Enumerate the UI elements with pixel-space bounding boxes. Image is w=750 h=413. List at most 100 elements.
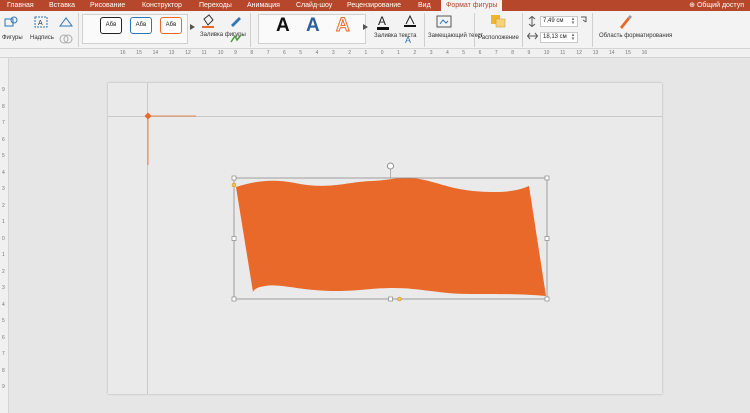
ruler-h-tick: 16 <box>641 50 648 56</box>
ruler-v-tick: 1 <box>2 252 5 258</box>
ruler-h-tick: 14 <box>152 50 159 56</box>
separator <box>78 13 79 47</box>
ruler-v-tick: 5 <box>2 318 5 324</box>
pen-icon[interactable] <box>229 15 243 27</box>
ruler-v-tick: 5 <box>2 153 5 159</box>
ruler-h-tick: 5 <box>462 50 466 56</box>
ruler-h-tick: 6 <box>283 50 286 56</box>
ruler-v-tick: 7 <box>2 120 5 126</box>
text-color-icon: A <box>377 14 389 30</box>
ruler-h-tick: 15 <box>136 50 142 56</box>
shape-height-icon <box>528 16 536 27</box>
ribbon: Фигуры A Надпись Абв Абв Абв Заливка фиг… <box>0 11 750 49</box>
ruler-v-tick: 4 <box>2 169 5 176</box>
resize-handle-se[interactable] <box>544 296 550 302</box>
share-label: Общий доступ <box>696 2 744 9</box>
ruler-v-tick: 8 <box>2 367 5 374</box>
adjust-handle-wave[interactable] <box>231 182 237 188</box>
tab-draw[interactable]: Рисование <box>90 0 125 11</box>
ruler-h-tick: 7 <box>494 50 498 56</box>
separator <box>522 13 523 47</box>
wordart-blue[interactable]: A <box>306 15 320 37</box>
wave-shape[interactable] <box>236 177 546 296</box>
textbox-icon: A <box>34 16 48 28</box>
ruler-h-tick: 13 <box>592 50 599 56</box>
wordart-orange-outline[interactable]: A <box>336 15 351 37</box>
resize-handle-s[interactable] <box>388 296 393 302</box>
shape-style-blue[interactable]: Абв <box>130 17 152 34</box>
ruler-h-tick: 15 <box>625 50 631 56</box>
wordart-black[interactable]: A <box>276 15 290 37</box>
ruler-h-tick: 13 <box>168 50 175 56</box>
height-spinner-icon[interactable]: ▴ ▾ <box>570 17 576 26</box>
resize-handle-e[interactable] <box>544 236 550 241</box>
tab-design[interactable]: Конструктор <box>142 0 182 11</box>
ruler-h-tick: 8 <box>250 50 254 56</box>
shape-width-icon <box>527 32 538 40</box>
ruler-h-tick: 3 <box>331 50 335 56</box>
svg-text:A: A <box>378 14 386 28</box>
ruler-v-tick: 3 <box>2 186 5 192</box>
ruler-h-tick: 11 <box>560 50 566 56</box>
paint-bucket-icon <box>202 14 214 28</box>
vertical-ruler: 9 8 7 6 5 4 3 2 1 0 1 2 3 4 5 6 7 8 9 <box>0 58 9 413</box>
shape-style-dark[interactable]: Абв <box>100 17 122 34</box>
ruler-h-tick: 8 <box>511 50 514 56</box>
tab-review[interactable]: Рецензирование <box>347 0 401 11</box>
ruler-v-tick: 6 <box>2 136 5 143</box>
ruler-h-tick: 7 <box>266 50 270 56</box>
ruler-v-tick: 9 <box>2 87 5 93</box>
shapes-label: Фигуры <box>2 35 23 41</box>
ruler-h-tick: 2 <box>413 50 417 56</box>
adjust-handle-shift[interactable] <box>397 296 402 302</box>
rotate-handle-icon[interactable] <box>387 162 394 170</box>
ruler-h-tick: 4 <box>446 50 449 56</box>
share-button[interactable]: ⊕ Общий доступ <box>689 0 744 11</box>
ruler-v-tick: 0 <box>2 235 5 242</box>
ruler-v-tick: 3 <box>2 285 5 291</box>
resize-handle-w[interactable] <box>231 236 237 241</box>
ruler-h-tick: 2 <box>348 50 351 56</box>
ruler-h-tick: 1 <box>397 50 400 56</box>
effects-icon[interactable] <box>229 33 243 45</box>
svg-text:A: A <box>38 20 43 27</box>
tab-home[interactable]: Главная <box>7 0 34 11</box>
text-effects-icon[interactable]: A <box>403 33 417 45</box>
ruler-v-tick: 9 <box>2 384 5 390</box>
merge-shapes-icon[interactable] <box>58 33 74 45</box>
tab-animations[interactable]: Анимация <box>247 0 280 11</box>
text-outline-icon[interactable] <box>403 15 417 27</box>
alt-text-label: Замещающий текст <box>428 33 483 39</box>
ruler-h-tick: 9 <box>234 50 237 56</box>
size-dialog-launcher-icon[interactable] <box>580 16 587 23</box>
width-spinner-icon[interactable]: ▴ ▾ <box>570 33 576 42</box>
ruler-h-tick: 3 <box>429 50 433 56</box>
wordart-more-icon[interactable] <box>363 24 368 30</box>
shape-style-orange[interactable]: Абв <box>160 17 182 34</box>
tab-view[interactable]: Вид <box>418 0 431 11</box>
tab-slideshow[interactable]: Слайд-шоу <box>296 0 332 11</box>
ruler-h-tick: 12 <box>185 50 191 56</box>
ruler-h-tick: 0 <box>380 50 384 56</box>
edit-shape-icon[interactable] <box>58 16 74 28</box>
separator <box>250 13 251 47</box>
separator <box>424 13 425 47</box>
gallery-more-icon[interactable] <box>190 24 195 30</box>
tab-insert[interactable]: Вставка <box>49 0 75 11</box>
resize-handle-sw[interactable] <box>231 296 237 302</box>
resize-handle-ne[interactable] <box>544 175 550 181</box>
text-fill-label: Заливка текста <box>374 33 417 39</box>
format-pane-label: Область форматирования <box>599 33 673 39</box>
tab-transitions[interactable]: Переходы <box>199 0 232 11</box>
ruler-h-tick: 10 <box>217 50 224 56</box>
ruler-h-tick: 5 <box>299 50 303 56</box>
resize-handle-nw[interactable] <box>231 175 237 181</box>
ruler-h-tick: 12 <box>576 50 582 56</box>
ruler-v-tick: 2 <box>2 202 5 209</box>
ruler-v-tick: 1 <box>2 219 5 225</box>
ruler-v-tick: 8 <box>2 103 5 110</box>
shapes-icon <box>4 16 18 27</box>
format-pane-icon <box>620 15 632 29</box>
ruler-h-tick: 16 <box>120 50 126 56</box>
tab-shape-format[interactable]: Формат фигуры <box>441 0 503 11</box>
